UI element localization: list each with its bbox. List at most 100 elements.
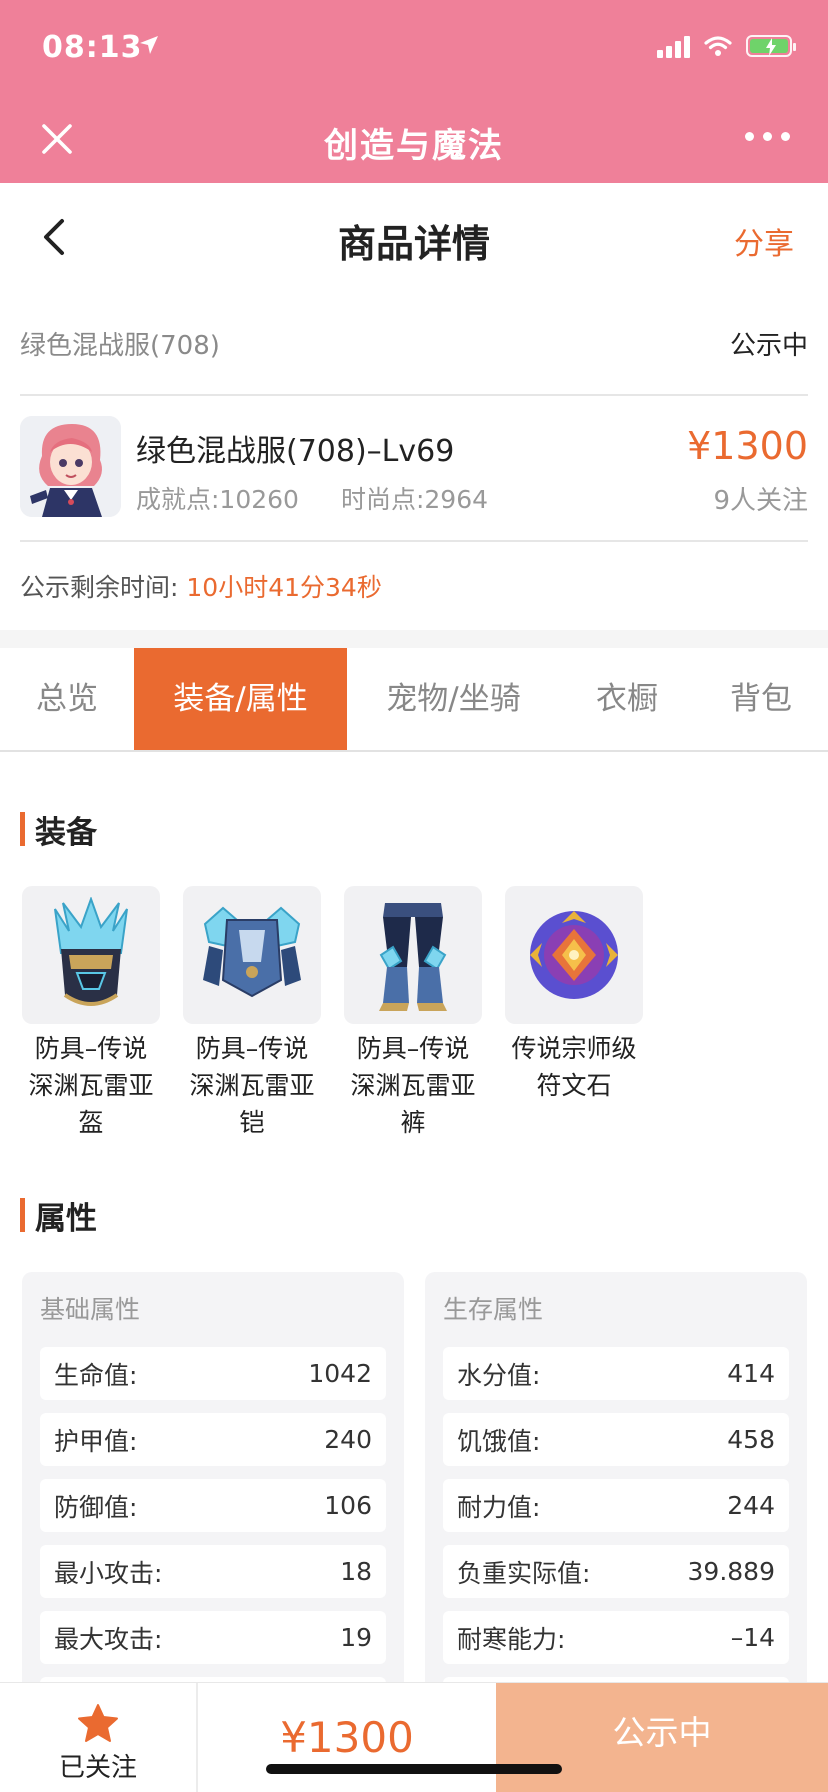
tab-wardrobe[interactable]: 衣橱 xyxy=(560,648,694,750)
divider xyxy=(20,540,808,542)
survival-attributes-title: 生存属性 xyxy=(443,1295,544,1324)
equipment-name: 防具–传说 深渊瓦雷亚 铠 xyxy=(183,1030,321,1141)
share-button[interactable]: 分享 xyxy=(734,219,794,263)
remaining-time-value: 10小时41分34秒 xyxy=(186,573,382,602)
equipment-section-title: 装备 xyxy=(35,814,97,851)
follow-button[interactable]: 已关注 xyxy=(0,1683,198,1792)
attribute-label: 水分值: xyxy=(457,1360,541,1390)
equipment-name-line: 符文石 xyxy=(536,1071,612,1100)
equipment-name-line: 深渊瓦雷亚 xyxy=(189,1071,315,1100)
product-price: ¥1300 xyxy=(687,424,808,468)
equipment-item[interactable]: 防具–传说 深渊瓦雷亚 盔 xyxy=(22,886,160,1141)
equipment-name-line: 裤 xyxy=(400,1108,426,1137)
attribute-row: 水分值: 414 xyxy=(443,1347,789,1400)
product-card: 绿色混战服(708)–Lv69 成就点:10260 时尚点:2964 ¥1300… xyxy=(20,416,808,522)
detail-tabs: 总览 装备/属性 宠物/坐骑 衣橱 背包 xyxy=(0,648,828,752)
wifi-icon xyxy=(704,36,732,56)
equipment-name-line: 深渊瓦雷亚 xyxy=(28,1071,154,1100)
attribute-row: 护甲值: 240 xyxy=(40,1413,386,1466)
basic-attributes-card: 基础属性 生命值: 1042 护甲值: 240 防御值: 106 最小攻击: 18 最大… xyxy=(22,1272,404,1730)
tab-overview[interactable]: 总览 xyxy=(0,648,134,750)
attribute-row: 耐寒能力: –14 xyxy=(443,1611,789,1664)
remaining-time: 公示剩余时间: 10小时41分34秒 xyxy=(20,568,382,604)
attribute-row: 生命值: 1042 xyxy=(40,1347,386,1400)
tab-pets-mounts[interactable]: 宠物/坐骑 xyxy=(347,648,560,750)
attribute-label: 最小攻击: xyxy=(54,1558,163,1588)
home-indicator xyxy=(266,1764,562,1774)
attribute-value: 18 xyxy=(340,1557,372,1586)
page-header: 商品详情 分享 xyxy=(0,183,828,293)
status-time: 08:13 xyxy=(42,30,143,65)
equipment-name: 防具–传说 深渊瓦雷亚 盔 xyxy=(22,1030,160,1141)
attribute-row: 饥饿值: 458 xyxy=(443,1413,789,1466)
attribute-row: 耐力值: 244 xyxy=(443,1479,789,1532)
product-name: 绿色混战服(708)–Lv69 xyxy=(136,434,455,469)
equipment-name-line: 铠 xyxy=(239,1108,265,1137)
equipment-item[interactable]: 传说宗师级 符文石 xyxy=(505,886,643,1104)
survival-attributes-card: 生存属性 水分值: 414 饥饿值: 458 耐力值: 244 负重实际值: 39.88… xyxy=(425,1272,807,1730)
attribute-value: 240 xyxy=(324,1425,372,1454)
signal-icon xyxy=(657,34,690,58)
tab-equipment-attributes[interactable]: 装备/属性 xyxy=(134,648,347,750)
attribute-label: 饥饿值: xyxy=(457,1426,541,1456)
remaining-time-label: 公示剩余时间: xyxy=(20,573,179,602)
attribute-value: 19 xyxy=(340,1623,372,1652)
equipment-name-line: 防具–传说 xyxy=(195,1034,309,1063)
bottom-price: ¥1300 xyxy=(280,1713,414,1762)
bottom-action-bar: 已关注 ¥1300 公示中 xyxy=(0,1682,828,1792)
fashion-points: 时尚点:2964 xyxy=(340,485,488,514)
public-notice-button[interactable]: 公示中 xyxy=(496,1683,828,1792)
attribute-value: 458 xyxy=(727,1425,775,1454)
attribute-row: 防御值: 106 xyxy=(40,1479,386,1532)
character-avatar xyxy=(20,416,121,517)
server-name: 绿色混战服(708) xyxy=(20,330,220,361)
equipment-name-line: 传说宗师级 xyxy=(511,1034,637,1063)
attribute-value: 1042 xyxy=(308,1359,372,1388)
follow-label: 已关注 xyxy=(58,1753,137,1783)
equipment-name: 防具–传说 深渊瓦雷亚 裤 xyxy=(344,1030,482,1141)
tab-backpack[interactable]: 背包 xyxy=(694,648,828,750)
attribute-label: 耐寒能力: xyxy=(457,1624,566,1654)
attribute-value: 106 xyxy=(324,1491,372,1520)
attributes-section-header: 属性 xyxy=(20,1196,97,1237)
equipment-item[interactable]: 防具–传说 深渊瓦雷亚 铠 xyxy=(183,886,321,1141)
section-accent-bar xyxy=(20,1198,25,1232)
attribute-label: 最大攻击: xyxy=(54,1624,163,1654)
follower-count: 9人关注 xyxy=(713,486,808,516)
divider xyxy=(20,394,808,396)
mini-program-title: 创造与魔法 xyxy=(324,126,504,166)
helmet-icon xyxy=(22,886,160,1024)
armor-icon xyxy=(183,886,321,1024)
location-arrow-icon xyxy=(140,36,158,54)
listing-status: 公示中 xyxy=(729,330,808,361)
equipment-name-line: 盔 xyxy=(78,1108,104,1137)
attribute-label: 生命值: xyxy=(54,1360,138,1390)
product-stats: 成就点:10260 时尚点:2964 xyxy=(136,480,488,516)
equipment-item[interactable]: 防具–传说 深渊瓦雷亚 裤 xyxy=(344,886,482,1141)
basic-attributes-title: 基础属性 xyxy=(40,1295,141,1324)
attribute-label: 耐力值: xyxy=(457,1492,541,1522)
section-accent-bar xyxy=(20,812,25,846)
achievement-points: 成就点:10260 xyxy=(136,485,299,514)
equipment-section-header: 装备 xyxy=(20,810,97,851)
equipment-name-line: 防具–传说 xyxy=(34,1034,148,1063)
attribute-value: –14 xyxy=(730,1623,775,1652)
star-icon xyxy=(78,1704,118,1742)
section-gap xyxy=(0,630,828,648)
pants-icon xyxy=(344,886,482,1024)
attribute-value: 244 xyxy=(727,1491,775,1520)
equipment-name: 传说宗师级 符文石 xyxy=(505,1030,643,1104)
battery-icon xyxy=(746,35,796,57)
page-title: 商品详情 xyxy=(337,222,490,266)
attribute-value: 39.889 xyxy=(687,1557,775,1586)
server-row: 绿色混战服(708) 公示中 xyxy=(20,318,808,368)
equipment-name-line: 防具–传说 xyxy=(356,1034,470,1063)
attribute-value: 414 xyxy=(727,1359,775,1388)
attribute-row: 最大攻击: 19 xyxy=(40,1611,386,1664)
attribute-label: 防御值: xyxy=(54,1492,138,1522)
more-menu-icon[interactable] xyxy=(745,132,790,141)
rune-stone-icon xyxy=(505,886,643,1024)
mini-program-header: 08:13 创造与魔法 xyxy=(0,0,828,183)
attributes-section-title: 属性 xyxy=(35,1200,97,1237)
status-indicators xyxy=(657,34,796,58)
